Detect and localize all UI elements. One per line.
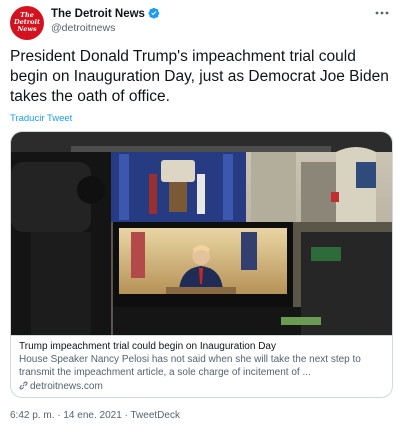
tweet-meta: 6:42 p. m. · 14 ene. 2021 · TweetDeck (10, 410, 180, 421)
link-card-domain: detroitnews.com (30, 381, 103, 392)
link-card-description: House Speaker Nancy Pelosi has not said … (19, 354, 361, 378)
tweet-source[interactable]: TweetDeck (131, 410, 180, 421)
press-briefing-room-photo[interactable] (11, 132, 392, 335)
link-card[interactable]: Trump impeachment trial could begin on I… (10, 131, 393, 398)
verified-badge-icon (148, 7, 160, 19)
display-name-row[interactable]: The Detroit News (51, 7, 160, 20)
translate-tweet-link[interactable]: Traducir Tweet (10, 113, 72, 124)
link-card-domain-row: detroitnews.com (19, 380, 384, 393)
display-name[interactable]: The Detroit News (51, 8, 145, 20)
tweet: The Detroit News The Detroit News @detro… (0, 0, 400, 430)
tweet-header: The Detroit News The Detroit News @detro… (10, 6, 390, 40)
account-names: The Detroit News @detroitnews (51, 7, 160, 34)
link-icon (19, 381, 28, 390)
more-options-icon[interactable] (374, 8, 390, 18)
tweet-text: President Donald Trump's impeachment tri… (10, 48, 389, 105)
tweet-time[interactable]: 6:42 p. m. (10, 410, 54, 421)
link-card-body[interactable]: Trump impeachment trial could begin on I… (11, 335, 392, 397)
meta-separator: · (124, 410, 128, 421)
avatar-logo-line: News (17, 25, 37, 33)
link-card-title[interactable]: Trump impeachment trial could begin on I… (19, 340, 384, 353)
avatar-logo-text: The Detroit News (10, 12, 44, 33)
tweet-date[interactable]: 14 ene. 2021 (63, 410, 121, 421)
meta-separator: · (57, 410, 61, 421)
avatar[interactable]: The Detroit News (10, 6, 44, 40)
handle[interactable]: @detroitnews (51, 22, 160, 34)
